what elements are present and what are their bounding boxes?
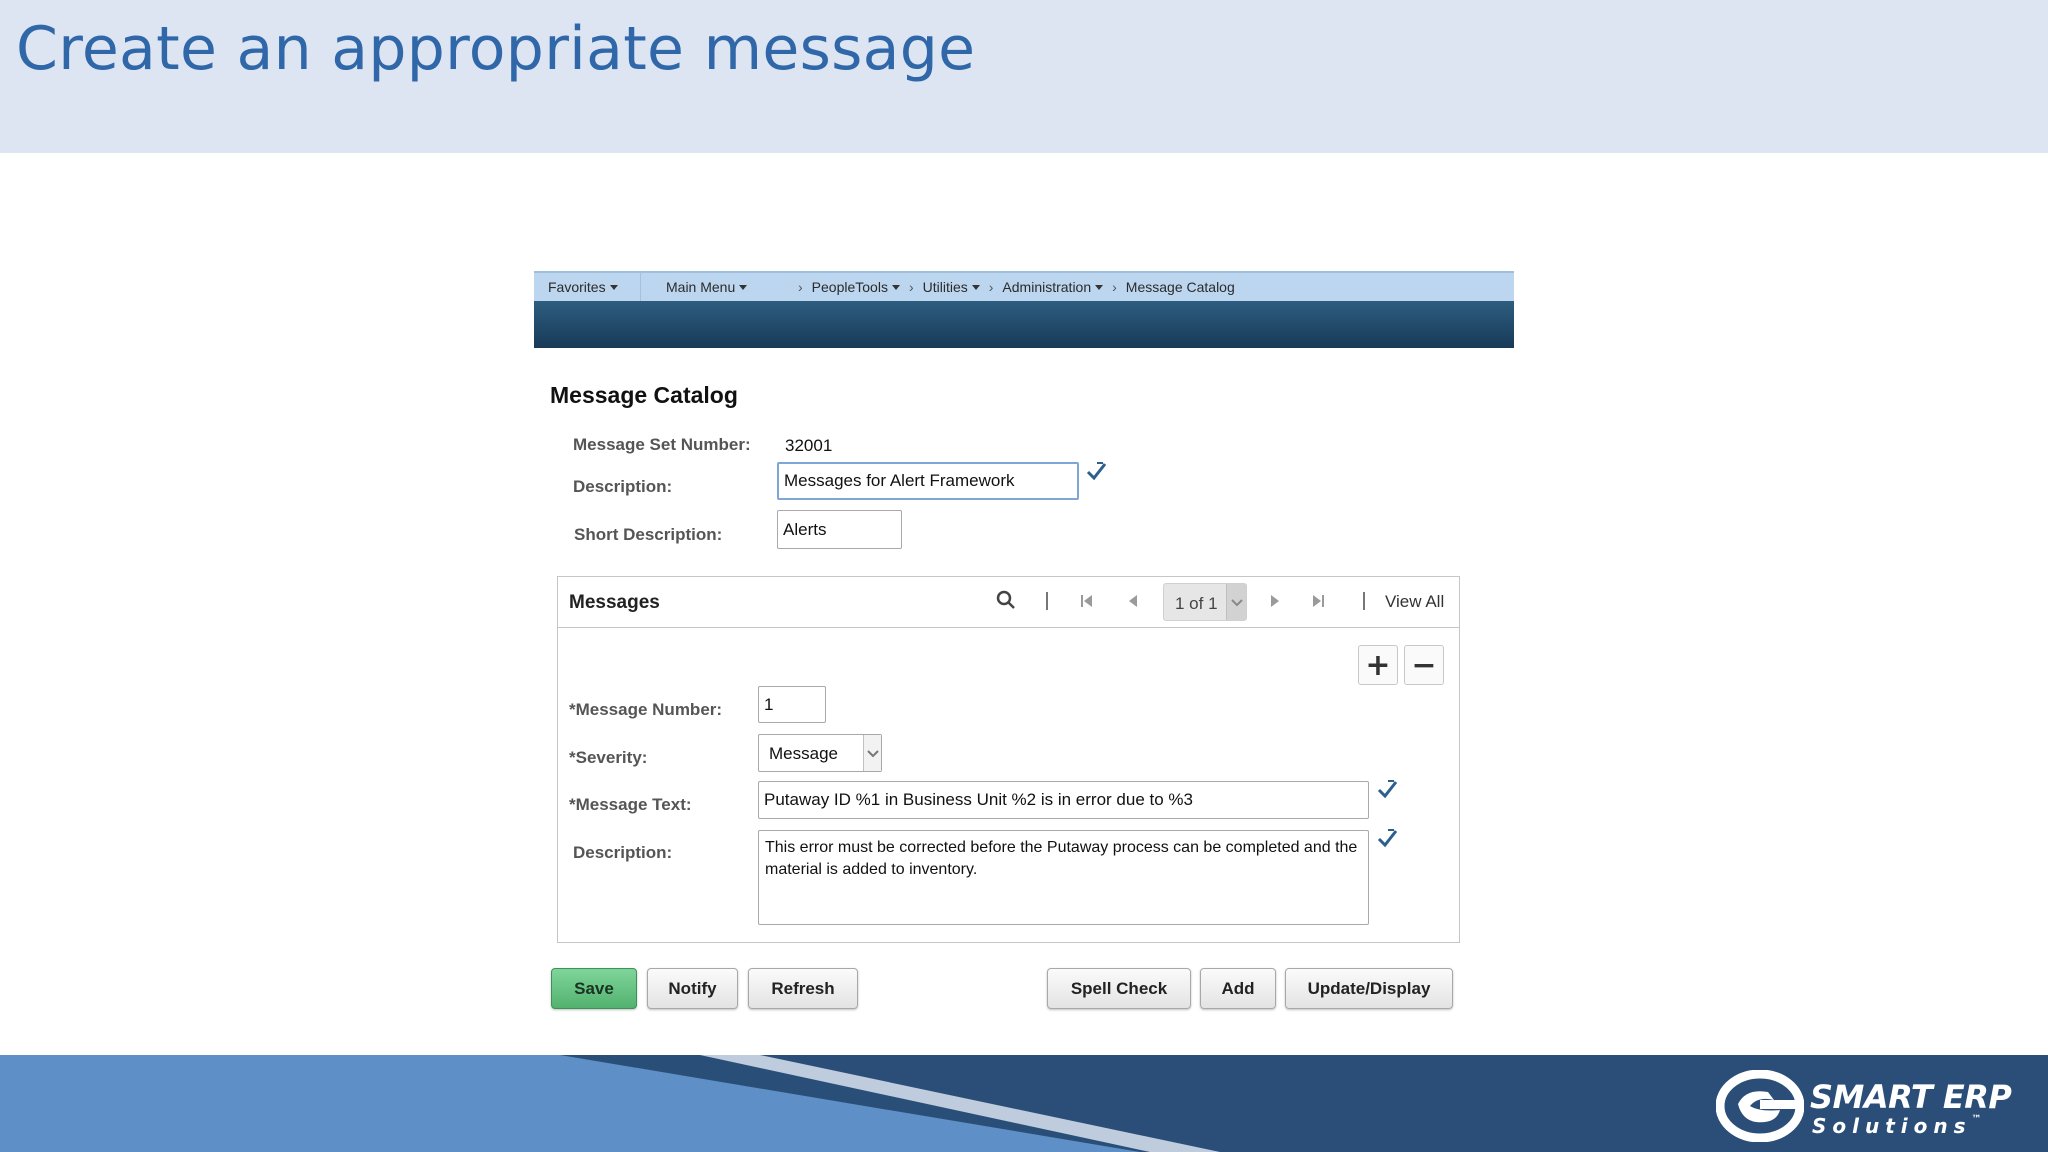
caret-down-icon — [609, 284, 618, 290]
message-number-label: *Message Number: — [569, 700, 723, 719]
caret-down-icon — [1095, 284, 1104, 290]
breadcrumb-separator: › — [988, 279, 994, 295]
nav-main-menu-label: Main Menu — [666, 279, 736, 295]
refresh-button[interactable]: Refresh — [748, 968, 858, 1009]
notify-button[interactable]: Notify — [647, 968, 738, 1009]
nav-favorites[interactable]: Favorites — [534, 279, 640, 295]
nav-message-catalog[interactable]: Message Catalog — [1126, 279, 1235, 295]
spell-check-icon[interactable] — [1376, 827, 1398, 849]
message-description-textarea[interactable]: This error must be corrected before the … — [758, 830, 1369, 925]
logo-tagline-text: Solutions — [1812, 1114, 1972, 1138]
logo-tagline: Solutions™ — [1812, 1114, 1982, 1138]
logo-wordmark: SMART ERP — [1810, 1078, 2012, 1116]
update-display-button[interactable]: Update/Display — [1285, 968, 1453, 1009]
nav-main-menu[interactable]: Main Menu — [641, 279, 789, 295]
nav-administration[interactable]: Administration — [1002, 279, 1104, 295]
message-description-label: Description: — [573, 843, 673, 862]
severity-label: *Severity: — [569, 748, 648, 767]
severity-value: Message — [769, 744, 838, 763]
severity-select[interactable]: Message — [758, 734, 882, 772]
message-text-field[interactable]: Putaway ID %1 in Business Unit %2 is in … — [758, 781, 1369, 819]
previous-page-icon[interactable] — [1126, 593, 1140, 609]
grid-title: Messages — [569, 592, 660, 613]
message-number-field[interactable]: 1 — [758, 686, 826, 723]
caret-down-icon — [891, 284, 900, 290]
nav-peopletools-label: PeopleTools — [811, 279, 888, 295]
header-band — [534, 301, 1514, 348]
last-page-icon[interactable] — [1310, 593, 1326, 609]
search-icon[interactable] — [995, 589, 1017, 611]
chevron-down-icon — [1226, 584, 1246, 620]
pager-text: 1 of 1 — [1175, 594, 1218, 613]
first-page-icon[interactable] — [1079, 593, 1095, 609]
short-description-field[interactable]: Alerts — [777, 510, 902, 549]
page-title: Message Catalog — [550, 382, 738, 408]
pager-divider — [1046, 592, 1048, 610]
slide-title: Create an appropriate message — [16, 14, 976, 84]
spell-check-icon[interactable] — [1376, 778, 1398, 800]
spell-check-icon[interactable] — [1085, 460, 1107, 482]
chevron-down-icon — [863, 735, 881, 771]
add-button[interactable]: Add — [1200, 968, 1276, 1009]
save-button[interactable]: Save — [551, 968, 637, 1009]
slide-header: Create an appropriate message — [0, 0, 2048, 153]
next-page-icon[interactable] — [1268, 593, 1282, 609]
message-set-number-label: Message Set Number: — [573, 435, 751, 454]
breadcrumb-separator: › — [1112, 279, 1117, 295]
delete-row-button[interactable]: − — [1404, 645, 1444, 685]
message-set-number-value: 32001 — [785, 436, 833, 455]
spell-check-button[interactable]: Spell Check — [1047, 968, 1191, 1009]
messages-grid: Messages 1 of 1 View All + − *Message Nu… — [557, 576, 1460, 943]
smart-erp-logo-icon — [1716, 1070, 1804, 1142]
description-label: Description: — [573, 477, 673, 496]
nav-favorites-label: Favorites — [548, 279, 606, 295]
nav-utilities[interactable]: Utilities — [923, 279, 980, 295]
company-logo: SMART ERP Solutions™ — [1716, 1070, 2012, 1142]
description-field[interactable]: Messages for Alert Framework — [777, 462, 1079, 500]
caret-down-icon — [739, 284, 748, 290]
breadcrumb: Favorites Main Menu › PeopleTools › Util… — [534, 271, 1514, 302]
nav-administration-label: Administration — [1002, 279, 1092, 295]
grid-header: Messages 1 of 1 View All — [558, 577, 1459, 628]
view-all-link[interactable]: View All — [1385, 592, 1444, 612]
caret-down-icon — [971, 284, 980, 290]
nav-message-catalog-label: Message Catalog — [1125, 279, 1235, 295]
message-text-label: *Message Text: — [569, 795, 692, 814]
nav-utilities-label: Utilities — [922, 279, 968, 295]
breadcrumb-separator: › — [908, 279, 914, 295]
pager-dropdown[interactable]: 1 of 1 — [1163, 583, 1247, 621]
add-row-button[interactable]: + — [1358, 645, 1398, 685]
pager-divider — [1363, 592, 1365, 610]
breadcrumb-separator: › — [798, 279, 803, 295]
short-description-label: Short Description: — [574, 525, 723, 544]
nav-peopletools[interactable]: PeopleTools — [812, 279, 900, 295]
logo-trademark: ™ — [1971, 1114, 1982, 1125]
